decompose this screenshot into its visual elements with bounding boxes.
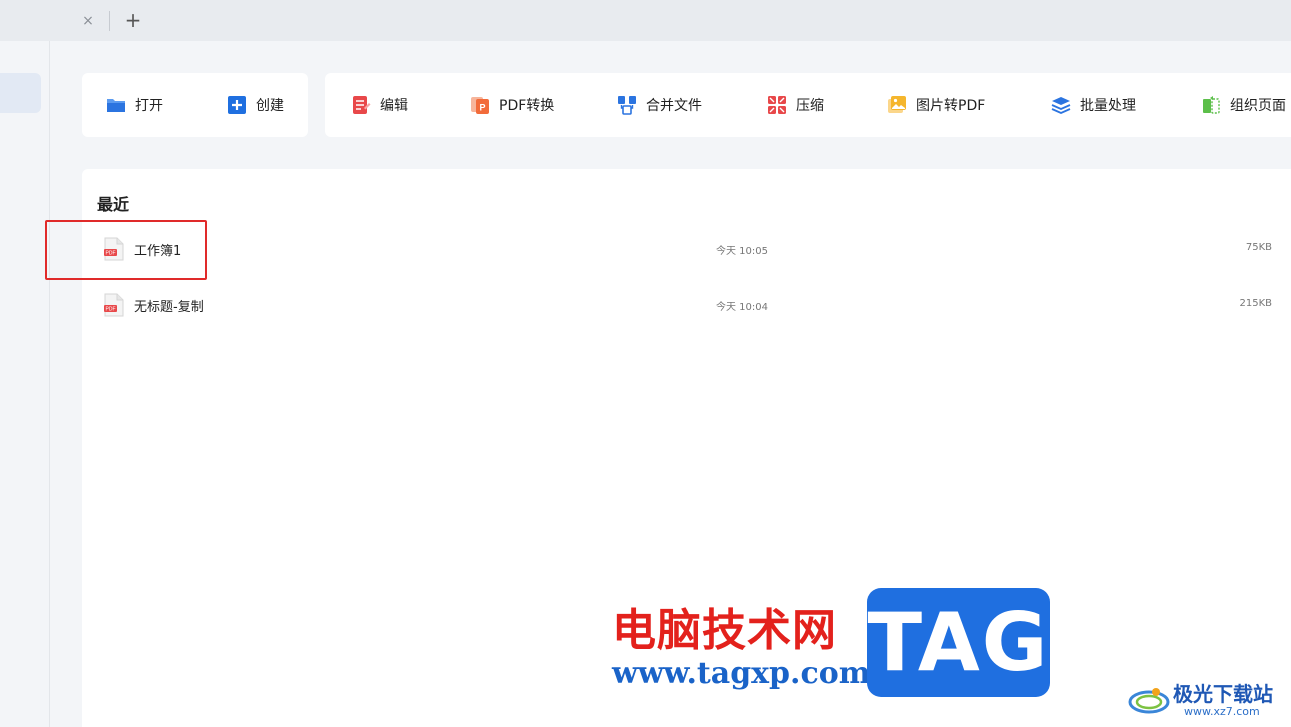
highlight-box [45,220,207,280]
close-tab-icon[interactable]: × [80,12,96,30]
file-size: 215KB [1239,298,1272,309]
recent-file-row[interactable]: PDF 无标题-复制 今天 10:04 215KB [82,283,1282,327]
image-to-pdf-icon [888,96,906,113]
compress-label: 压缩 [796,98,824,114]
pdf-convert-label: PDF转换 [499,98,555,114]
batch-process-label: 批量处理 [1080,98,1136,114]
open-label: 打开 [135,98,163,114]
edit-doc-icon [353,96,371,114]
file-time: 今天 10:04 [716,302,768,313]
watermark-download-logo: 极光下载站 www.xz7.com [1128,676,1288,726]
merge-icon [618,96,636,115]
file-name: 无标题-复制 [134,300,204,315]
watermark-url: www.tagxp.com [612,656,871,691]
tab-divider [109,11,110,31]
aurora-logo-icon [1128,688,1170,714]
create-label: 创建 [256,98,284,114]
compress-icon [768,96,786,114]
open-button[interactable]: 打开 [106,73,163,137]
pdf-convert-icon: P [471,97,489,114]
folder-open-icon [107,99,125,112]
sidebar [0,41,50,727]
watermark-logo-url: www.xz7.com [1184,705,1260,718]
file-time: 今天 10:05 [716,246,768,257]
toolbar-primary: 打开 创建 [82,73,308,137]
pdf-convert-button[interactable]: P PDF转换 [470,73,554,137]
image-to-pdf-button[interactable]: 图片转PDF [887,73,985,137]
edit-button[interactable]: 编辑 [351,73,408,137]
watermark-site-name: 电脑技术网 [612,605,837,656]
organize-pages-button[interactable]: 组织页面 [1201,73,1286,137]
merge-files-label: 合并文件 [646,98,702,114]
image-to-pdf-label: 图片转PDF [916,98,986,114]
watermark-tag-logo: TAG [867,588,1050,697]
organize-pages-label: 组织页面 [1230,98,1286,114]
svg-text:P: P [479,103,485,113]
new-tab-icon[interactable]: + [122,9,144,31]
file-size: 75KB [1245,242,1272,253]
compress-button[interactable]: 压缩 [767,73,824,137]
plus-square-icon [228,96,246,114]
merge-files-button[interactable]: 合并文件 [617,73,702,137]
sidebar-item-home[interactable] [0,73,41,113]
watermark-logo-name: 极光下载站 [1173,682,1273,706]
edit-label: 编辑 [380,98,408,114]
batch-layers-icon [1051,97,1071,114]
create-button[interactable]: 创建 [227,73,284,137]
toolbar-tools: 编辑 P PDF转换 合并文件 压缩 图片转PDF 批量处理 组织页面 [325,73,1291,137]
organize-pages-icon [1203,96,1220,114]
pdf-file-icon: PDF [104,293,124,317]
recent-file-row[interactable]: PDF 工作簿1 今天 10:05 75KB [82,227,1282,271]
tab-bar: × + [0,0,1291,41]
svg-text:PDF: PDF [106,307,116,313]
batch-process-button[interactable]: 批量处理 [1051,73,1136,137]
recent-title: 最近 [97,195,130,214]
